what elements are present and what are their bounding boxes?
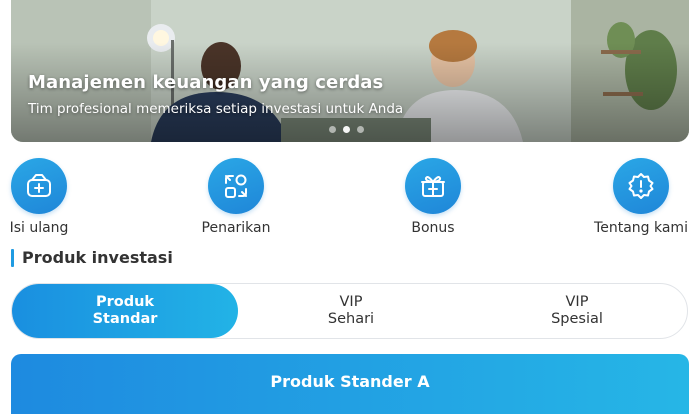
product-tabs: Produk Standar VIP Sehari VIP Spesial (11, 283, 688, 339)
action-tentang-kami[interactable]: Tentang kami (586, 158, 696, 236)
info-badge-icon (613, 158, 669, 214)
carousel-dot-active[interactable] (343, 126, 350, 133)
product-card[interactable]: Produk Stander A (11, 354, 689, 414)
section-accent-bar (11, 249, 14, 267)
withdraw-swap-icon (208, 158, 264, 214)
carousel-dot[interactable] (329, 126, 336, 133)
banner-shade (11, 0, 689, 142)
action-label: Tentang kami (594, 220, 688, 236)
action-label: Penarikan (201, 220, 271, 236)
tab-label-line2: Sehari (327, 311, 375, 327)
tab-vip-sehari[interactable]: VIP Sehari (238, 284, 464, 338)
tab-produk-standar[interactable]: Produk Standar (12, 284, 238, 338)
section-title: Produk investasi (22, 248, 173, 267)
tab-label-line2: Spesial (551, 311, 603, 327)
action-bonus[interactable]: Bonus (378, 158, 488, 236)
tab-label-line1: Produk (95, 294, 155, 310)
tab-label-line1: VIP (565, 294, 589, 310)
banner-title: Manajemen keuangan yang cerdas (28, 72, 384, 93)
action-isi-ulang[interactable]: Isi ulang (0, 158, 94, 236)
banner-subtitle: Tim profesional memeriksa setiap investa… (28, 101, 404, 117)
hero-banner[interactable]: Manajemen keuangan yang cerdas Tim profe… (11, 0, 689, 142)
carousel-dot[interactable] (357, 126, 364, 133)
tab-label-line1: VIP (339, 294, 363, 310)
tab-label-line2: Standar (92, 311, 158, 327)
action-label: Isi ulang (9, 220, 69, 236)
carousel-indicator[interactable] (329, 126, 364, 133)
tab-vip-spesial[interactable]: VIP Spesial (464, 284, 690, 338)
action-label: Bonus (411, 220, 455, 236)
product-title: Produk Stander A (270, 372, 430, 391)
wallet-plus-icon (11, 158, 67, 214)
action-penarikan[interactable]: Penarikan (181, 158, 291, 236)
gift-box-icon (405, 158, 461, 214)
